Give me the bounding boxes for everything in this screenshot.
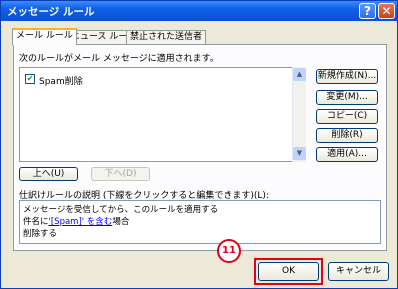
tab-mail-rules[interactable]: メール ルール	[12, 28, 77, 45]
subject-condition-link[interactable]: '[Spam]' を含む	[49, 217, 113, 227]
move-up-button[interactable]: 上へ(U)	[19, 167, 78, 181]
apply-rule-button[interactable]: 適用(A)...	[316, 147, 378, 162]
cancel-button[interactable]: キャンセル	[328, 262, 389, 281]
description-line-2: 件名に'[Spam]' を含む場合	[23, 215, 129, 227]
rule-description-box: メッセージを受信してから、このルールを適用する 件名に'[Spam]' を含む場…	[19, 200, 381, 244]
subject-prefix: 件名に	[23, 217, 49, 227]
scroll-down-icon[interactable]: ▼	[293, 147, 306, 160]
help-button[interactable]: ?	[359, 3, 376, 19]
move-down-button: 下へ(D)	[91, 167, 150, 181]
rule-enabled-checkbox[interactable]: ✔	[25, 74, 35, 84]
subject-suffix: 場合	[112, 217, 130, 227]
window-title: メッセージ ルール	[7, 6, 95, 18]
title-bar[interactable]: メッセージ ルール ? ✕	[1, 1, 397, 21]
description-line-3: 削除する	[23, 229, 58, 239]
ok-highlight-frame	[254, 258, 323, 285]
tab-blocked-senders[interactable]: 禁止された送信者	[126, 30, 207, 44]
rules-scrollbar[interactable]: ▲ ▼	[292, 67, 306, 162]
close-button[interactable]: ✕	[378, 3, 395, 19]
description-line-1: メッセージを受信してから、このルールを適用する	[23, 205, 219, 215]
modify-rule-button[interactable]: 変更(M)...	[316, 90, 378, 105]
delete-rule-button[interactable]: 削除(R)	[316, 128, 378, 143]
copy-rule-button[interactable]: コピー(C)	[316, 109, 378, 124]
rules-heading: 次のルールがメール メッセージに適用されます。	[19, 54, 219, 64]
new-rule-button[interactable]: 新規作成(N)...	[316, 69, 378, 84]
message-rules-dialog: メッセージ ルール ? ✕ メール ルール ニュース ルール 禁止された送信者 …	[0, 0, 398, 289]
scroll-up-icon[interactable]: ▲	[293, 68, 306, 81]
rule-name[interactable]: Spam削除	[39, 74, 83, 87]
step-marker-badge: 11	[217, 239, 241, 263]
